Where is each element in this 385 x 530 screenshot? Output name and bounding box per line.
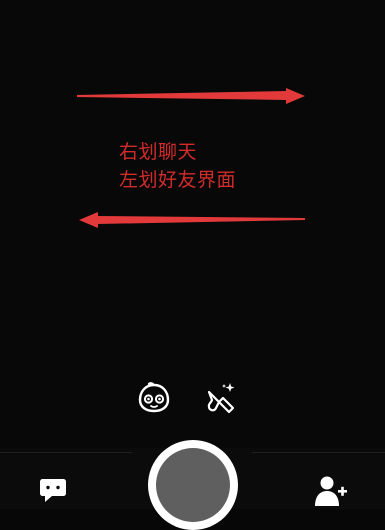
lens-face-icon xyxy=(138,382,170,413)
chat-button[interactable] xyxy=(38,476,68,504)
hint-swipe-left: 左划好友界面 xyxy=(119,169,237,191)
shutter-inner xyxy=(156,448,230,522)
add-friend-icon xyxy=(315,476,347,506)
bottom-divider-left xyxy=(0,452,132,453)
lens-button[interactable] xyxy=(136,380,172,416)
camera-screen[interactable] xyxy=(0,0,385,509)
beauty-button[interactable] xyxy=(203,380,239,416)
add-friend-button[interactable] xyxy=(312,474,348,510)
beauty-brush-icon xyxy=(207,383,235,414)
hint-swipe-right: 右划聊天 xyxy=(119,141,198,163)
shutter-button[interactable] xyxy=(148,440,238,530)
chat-icon xyxy=(40,479,66,502)
swipe-hint-text: 右划聊天 左划好友界面 xyxy=(119,138,236,194)
bottom-divider-right xyxy=(252,452,385,453)
